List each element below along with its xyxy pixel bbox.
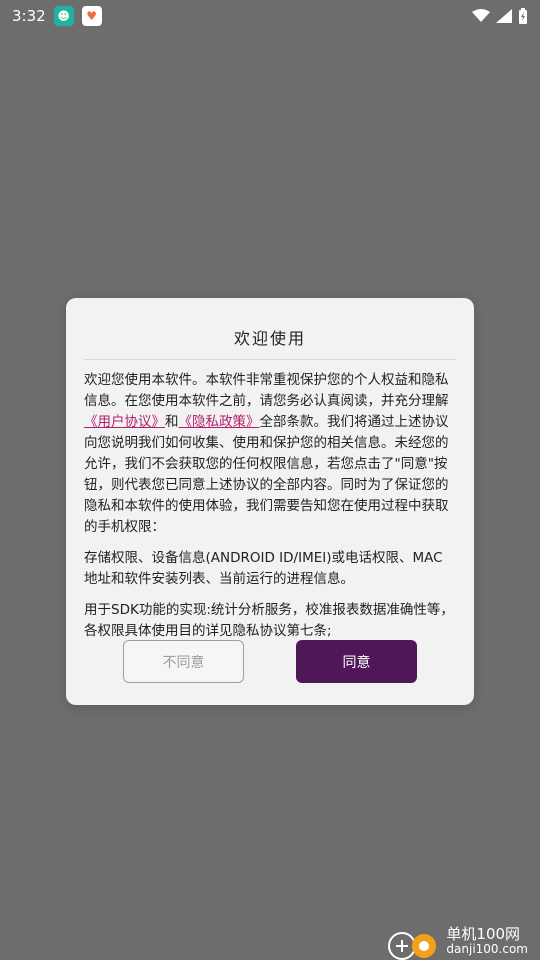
heart-app-icon: ♥ bbox=[81, 6, 102, 26]
accept-button[interactable]: 同意 bbox=[296, 640, 417, 683]
watermark: 单机100网 danji100.com bbox=[386, 922, 528, 960]
intro-text-2: 并充分理解 bbox=[381, 393, 449, 409]
dialog-body: 欢迎您使用本软件。本软件非常重视保护您的个人权益和隐私信息。在您使用本软件之前，… bbox=[66, 370, 474, 642]
dialog-title: 欢迎使用 bbox=[233, 329, 306, 348]
wifi-icon bbox=[472, 9, 490, 22]
status-bar: 3:32 ☻ ♥ bbox=[0, 0, 540, 32]
decline-button[interactable]: 不同意 bbox=[123, 640, 244, 683]
dialog-buttons: 不同意 同意 bbox=[123, 640, 417, 683]
intro-text-4: 全部条款。我们将通过上述协议向您说明我们如何收集、使用和保护您的相关信息。未经您… bbox=[84, 414, 449, 535]
status-left: 3:32 ☻ ♥ bbox=[12, 6, 102, 26]
divider bbox=[84, 359, 456, 360]
user-agreement-link[interactable]: 《用户协议》 bbox=[84, 414, 165, 430]
signal-icon bbox=[496, 9, 512, 23]
screen: 3:32 ☻ ♥ 欢迎使用 欢迎您使用本软件。本软件非常重视保护您的个人权益和隐… bbox=[0, 0, 540, 960]
privacy-policy-link[interactable]: 《隐私政策》 bbox=[179, 414, 260, 430]
status-right bbox=[472, 8, 528, 24]
privacy-dialog: 欢迎使用 欢迎您使用本软件。本软件非常重视保护您的个人权益和隐私信息。在您使用本… bbox=[66, 298, 474, 705]
paragraph-sdk: 用于SDK功能的实现:统计分析服务，校准报表数据准确性等，各权限具体使用目的详见… bbox=[84, 602, 454, 639]
status-time: 3:32 bbox=[12, 7, 46, 25]
battery-icon bbox=[519, 8, 527, 24]
intro-text-3: 和 bbox=[165, 414, 179, 430]
watermark-line2: danji100.com bbox=[446, 941, 528, 956]
watermark-text: 单机100网 danji100.com bbox=[446, 926, 528, 956]
paragraph-permissions: 存储权限、设备信息(ANDROID ID/IMEI)或电话权限、MAC地址和软件… bbox=[84, 550, 443, 587]
pet-app-icon: ☻ bbox=[53, 6, 74, 26]
paragraph-intro: 欢迎您使用本软件。本软件非常重视保护您的个人权益和隐私信息。在您使用本软件之前，… bbox=[84, 370, 456, 538]
watermark-line1: 单机100网 bbox=[446, 925, 521, 944]
watermark-logo-icon bbox=[388, 932, 437, 960]
